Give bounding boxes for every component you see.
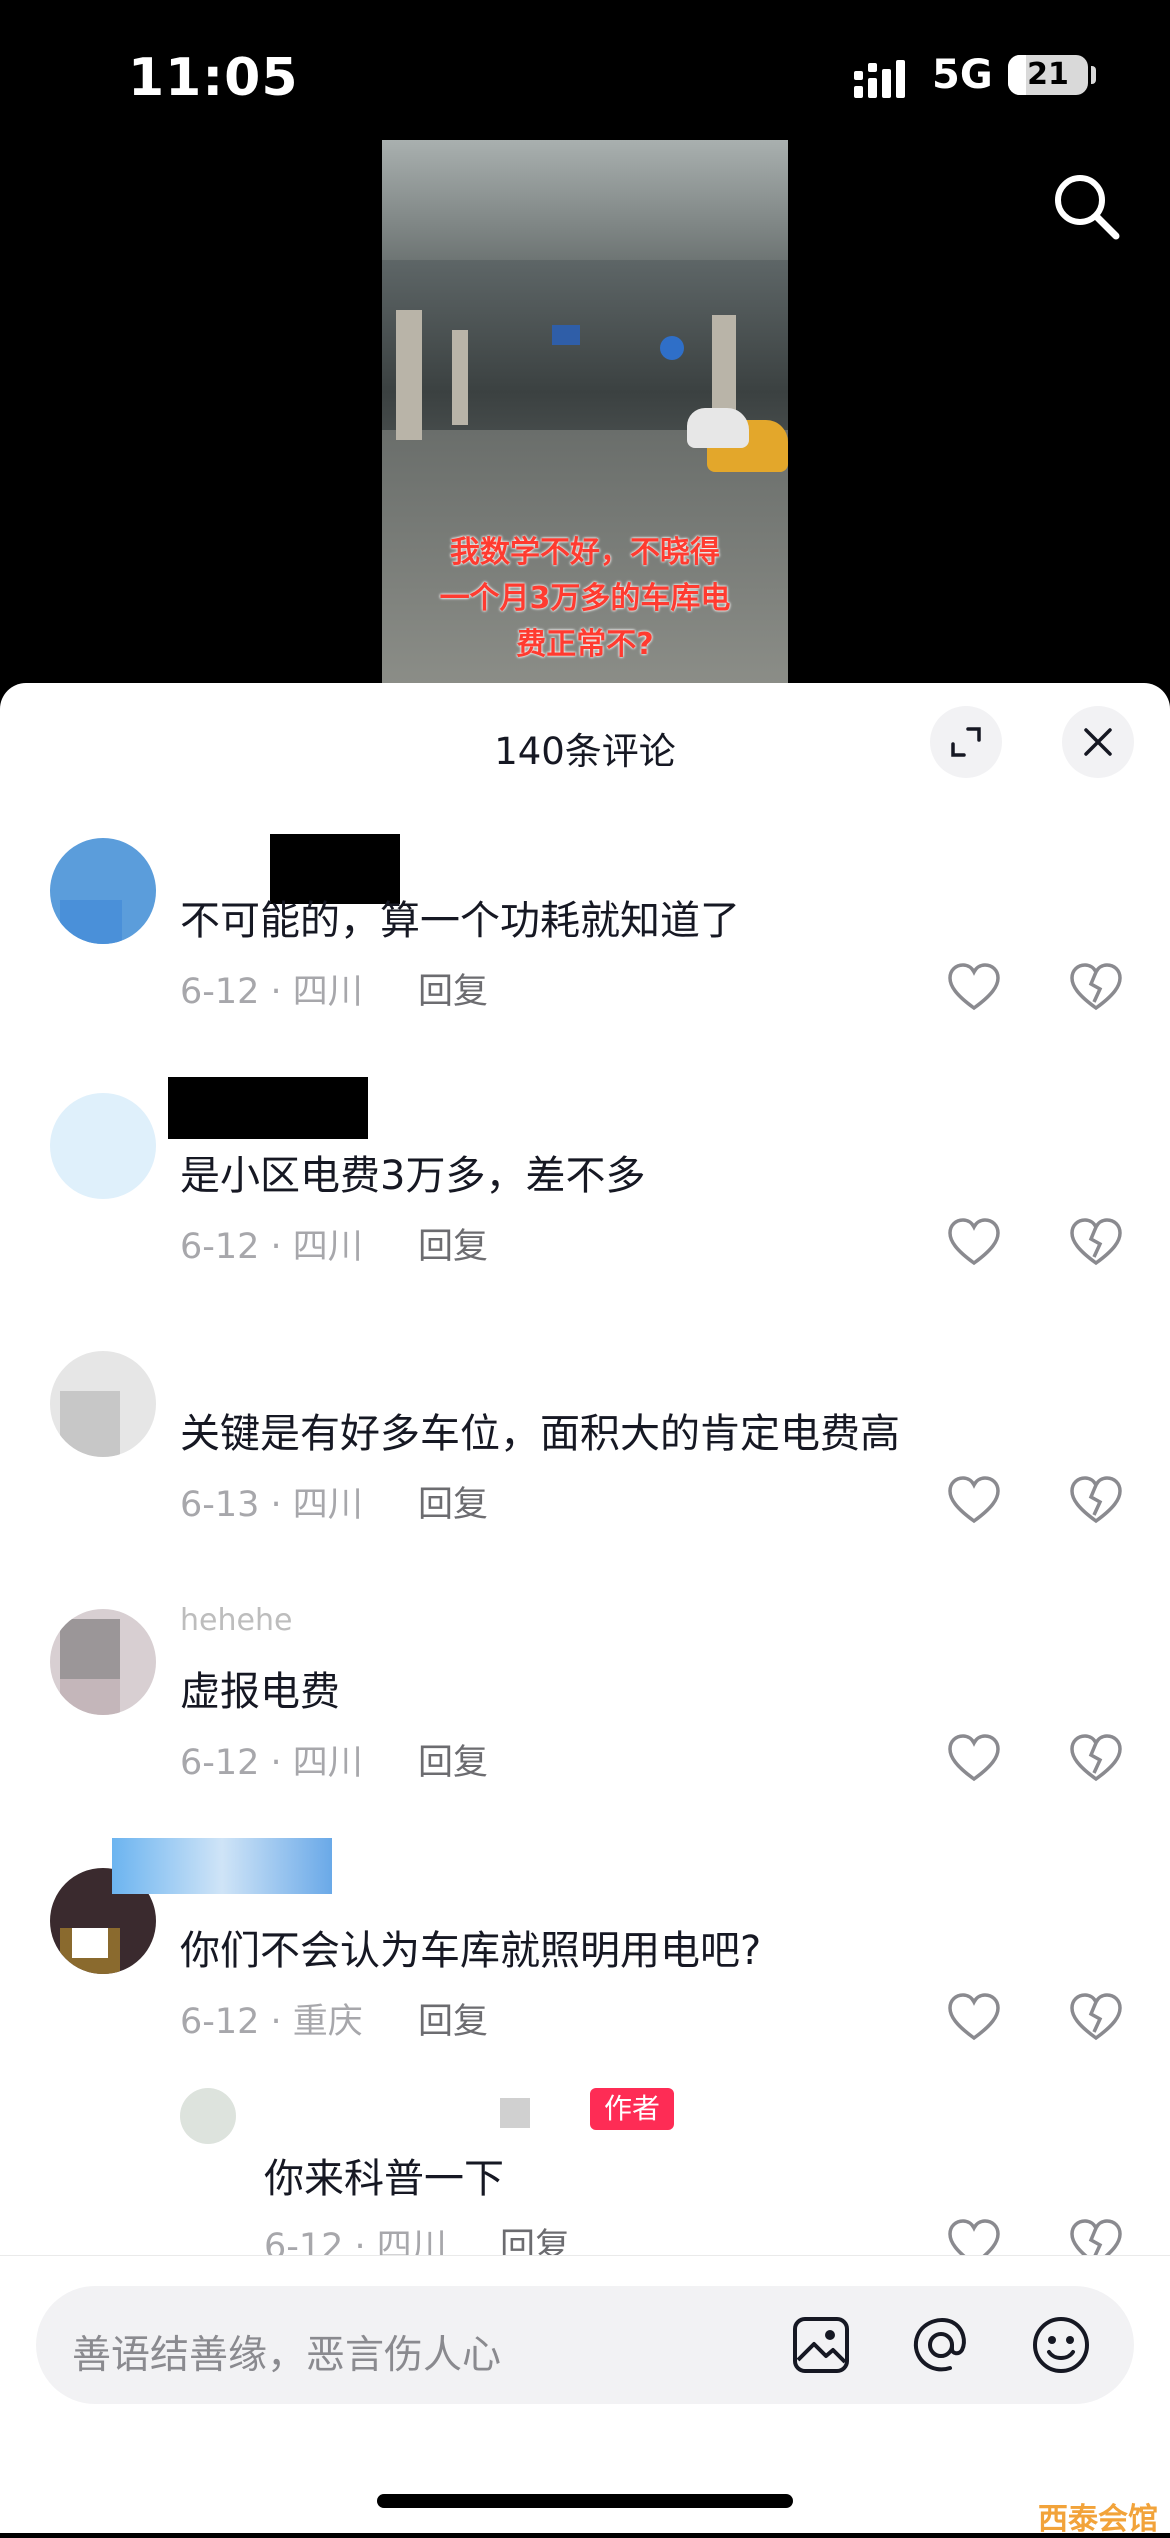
battery-level: 21	[1027, 57, 1069, 92]
reply-button[interactable]: 回复	[418, 1993, 488, 2044]
redacted-username	[112, 1838, 332, 1894]
comment-item: 关键是有好多车位，面积大的肯定电费高 6-13 · 四川 回复	[0, 1351, 1170, 1601]
comment-item: hehehe 虚报电费 6-12 · 四川 回复	[0, 1603, 1170, 1859]
video-caption-line: 一个月3万多的车库电	[439, 581, 731, 616]
heart-icon[interactable]	[946, 1990, 1002, 2046]
image-icon[interactable]	[790, 2314, 852, 2376]
expand-icon	[951, 727, 981, 757]
at-mention-icon[interactable]	[910, 2314, 972, 2376]
expand-button[interactable]	[930, 706, 1002, 778]
reply-button[interactable]: 回复	[418, 1734, 488, 1785]
redacted-username	[168, 1077, 368, 1139]
comment-meta: 6-12 · 重庆	[180, 2002, 363, 2042]
home-indicator	[377, 2494, 793, 2508]
broken-heart-icon[interactable]	[1068, 1215, 1124, 1271]
status-bar: 11:05 5G 21	[0, 0, 1170, 150]
reply-button[interactable]: 回复	[418, 1476, 488, 1527]
status-time: 11:05	[128, 48, 299, 108]
video-caption: 我数学不好，不晓得 一个月3万多的车库电 费正常不?	[382, 530, 788, 668]
network-type: 5G	[932, 52, 993, 98]
video-pillar	[452, 330, 468, 425]
reply-text: 你来科普一下	[264, 2156, 504, 2202]
comment-input-bar: 善语结善缘，恶言伤人心	[0, 2255, 1170, 2533]
broken-heart-icon[interactable]	[1068, 960, 1124, 1016]
comment-meta: 6-12 · 四川	[180, 1743, 363, 1783]
video-caption-line: 费正常不?	[516, 627, 654, 662]
comment-text: 关键是有好多车位，面积大的肯定电费高	[180, 1411, 900, 1457]
broken-heart-icon[interactable]	[1068, 1990, 1124, 2046]
close-icon	[1084, 728, 1112, 756]
redacted-username	[500, 2098, 530, 2128]
battery-icon: 21	[1008, 55, 1088, 95]
broken-heart-icon[interactable]	[1068, 1731, 1124, 1787]
comment-input[interactable]: 善语结善缘，恶言伤人心	[36, 2286, 1134, 2404]
comment-text: 不可能的，算一个功耗就知道了	[180, 898, 740, 944]
comment-item: 不可能的，算一个功耗就知道了 6-12 · 四川 回复	[0, 834, 1170, 1088]
reply-button[interactable]: 回复	[418, 963, 488, 1014]
comment-text: 虚报电费	[180, 1669, 340, 1715]
heart-icon[interactable]	[946, 1731, 1002, 1787]
comment-item: 是小区电费3万多，差不多 6-12 · 四川 回复	[0, 1077, 1170, 1343]
video-car	[687, 408, 749, 448]
battery-tip	[1091, 66, 1096, 84]
avatar[interactable]	[50, 1093, 156, 1199]
avatar[interactable]	[50, 1609, 156, 1715]
close-button[interactable]	[1062, 706, 1134, 778]
heart-icon[interactable]	[946, 960, 1002, 1016]
author-badge: 作者	[590, 2088, 675, 2130]
broken-heart-icon[interactable]	[1068, 1473, 1124, 1529]
avatar[interactable]	[50, 1351, 156, 1457]
watermark-logo: 西泰会馆	[1038, 2502, 1158, 2537]
comment-text: 你们不会认为车库就照明用电吧?	[180, 1928, 762, 1974]
heart-icon[interactable]	[946, 1473, 1002, 1529]
comment-meta: 6-12 · 四川	[180, 1227, 363, 1267]
comment-text: 是小区电费3万多，差不多	[180, 1153, 646, 1199]
video-player[interactable]: 我数学不好，不晓得 一个月3万多的车库电 费正常不?	[382, 140, 788, 700]
emoji-icon[interactable]	[1030, 2314, 1092, 2376]
comment-input-placeholder: 善语结善缘，恶言伤人心	[72, 2333, 502, 2378]
comment-meta: 6-12 · 四川	[180, 972, 363, 1012]
video-ceiling	[382, 140, 788, 260]
video-pillar	[396, 310, 422, 440]
comment-username[interactable]: hehehe	[180, 1603, 292, 1638]
signal-icon	[854, 60, 905, 98]
reply-button[interactable]: 回复	[418, 1218, 488, 1269]
exit-sign	[552, 325, 580, 345]
direction-sign	[660, 336, 684, 360]
video-caption-line: 我数学不好，不晓得	[450, 535, 720, 570]
comment-meta: 6-13 · 四川	[180, 1485, 363, 1525]
avatar[interactable]	[180, 2088, 236, 2144]
comment-item: 你们不会认为车库就照明用电吧? 6-12 · 重庆 回复	[0, 1838, 1170, 2118]
heart-icon[interactable]	[946, 1215, 1002, 1271]
search-icon[interactable]	[1050, 170, 1122, 242]
avatar[interactable]	[50, 838, 156, 944]
